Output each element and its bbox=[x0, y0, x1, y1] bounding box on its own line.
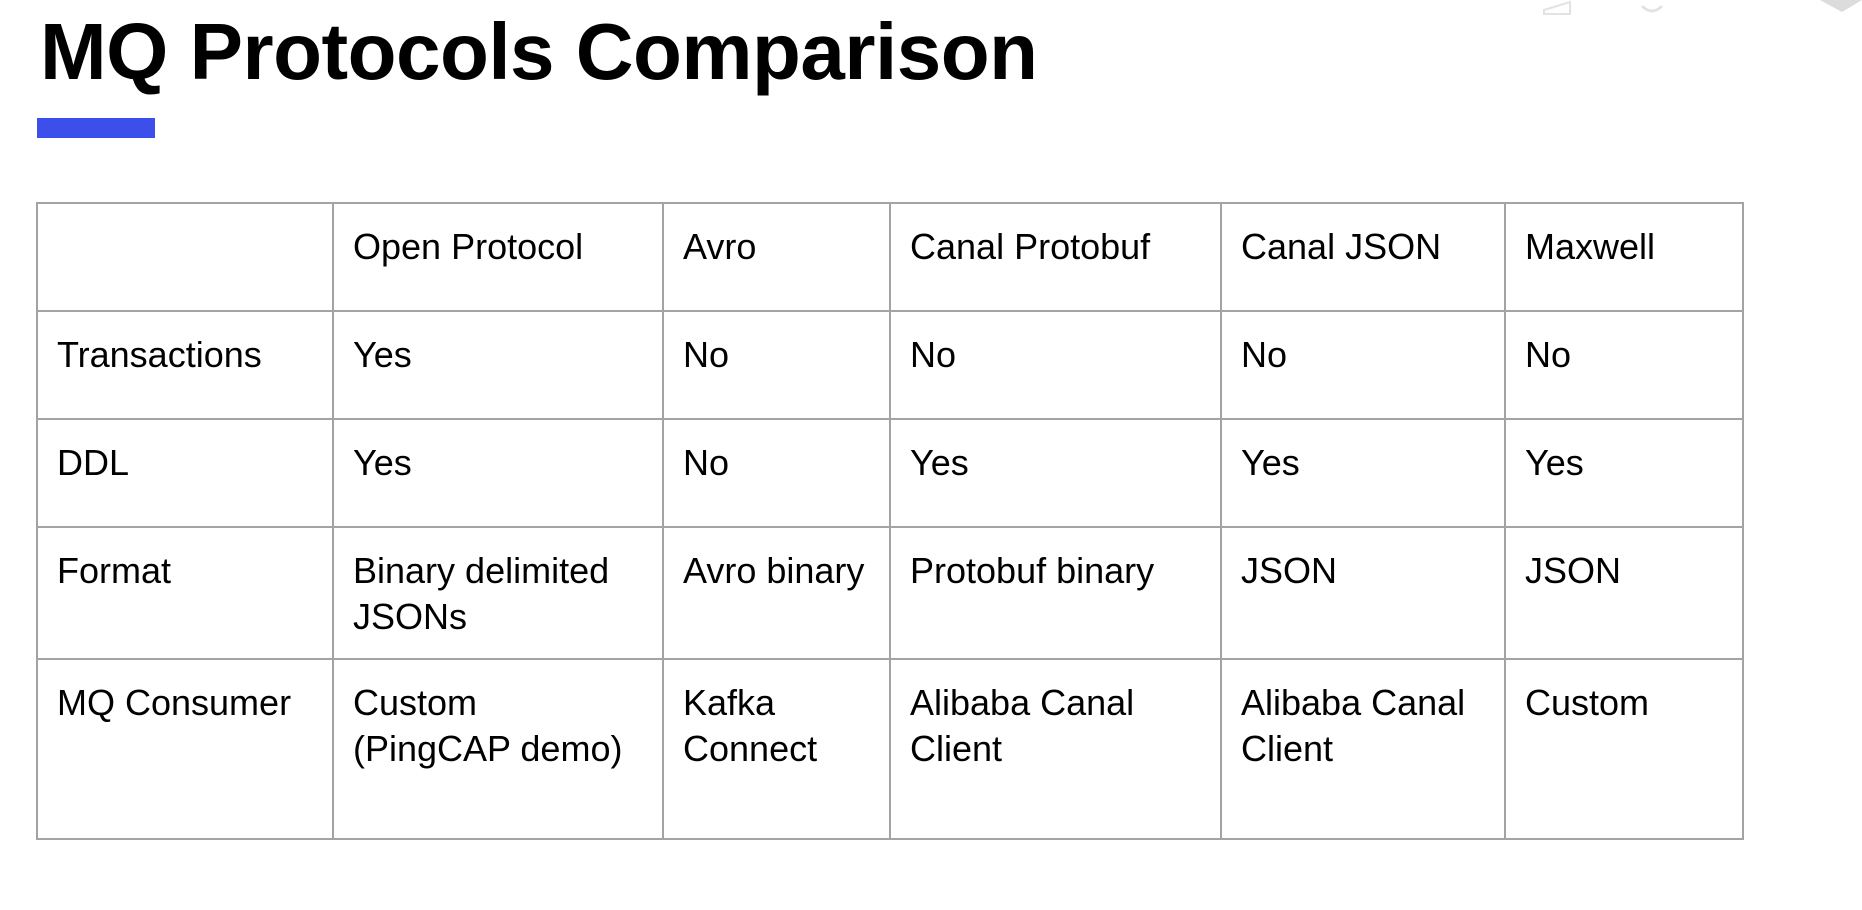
table-cell: Custom (PingCAP demo) bbox=[332, 658, 664, 840]
table-row-transactions: Transactions Yes No No No No bbox=[36, 310, 1744, 420]
header-cell-corner bbox=[36, 202, 334, 312]
table-cell: No bbox=[1504, 310, 1744, 420]
row-label-cell: MQ Consumer bbox=[36, 658, 334, 840]
table-cell: Binary delimited JSONs bbox=[332, 526, 664, 660]
protocol-comparison-table: Open Protocol Avro Canal Protobuf Canal … bbox=[36, 202, 1744, 840]
table-cell: No bbox=[889, 310, 1222, 420]
comparison-table-container: Open Protocol Avro Canal Protobuf Canal … bbox=[36, 202, 1744, 840]
table-cell: No bbox=[662, 310, 891, 420]
table-cell: Yes bbox=[332, 310, 664, 420]
slide-title: MQ Protocols Comparison bbox=[40, 7, 1038, 96]
header-cell-canal-protobuf: Canal Protobuf bbox=[889, 202, 1222, 312]
table-cell: Yes bbox=[889, 418, 1222, 528]
decorative-corner-shapes-icon bbox=[1543, 0, 1862, 15]
row-label-cell: DDL bbox=[36, 418, 334, 528]
table-cell: Yes bbox=[332, 418, 664, 528]
table-cell: Protobuf binary bbox=[889, 526, 1222, 660]
table-row-ddl: DDL Yes No Yes Yes Yes bbox=[36, 418, 1744, 528]
table-cell: No bbox=[1220, 310, 1506, 420]
header-cell-maxwell: Maxwell bbox=[1504, 202, 1744, 312]
header-row: Open Protocol Avro Canal Protobuf Canal … bbox=[36, 202, 1744, 312]
row-label-cell: Transactions bbox=[36, 310, 334, 420]
table-cell: Yes bbox=[1220, 418, 1506, 528]
table-cell: No bbox=[662, 418, 891, 528]
table-cell: Custom bbox=[1504, 658, 1744, 840]
table-row-format: Format Binary delimited JSONs Avro binar… bbox=[36, 526, 1744, 660]
table-cell: Alibaba Canal Client bbox=[1220, 658, 1506, 840]
title-accent-bar bbox=[37, 118, 155, 138]
table-cell: Yes bbox=[1504, 418, 1744, 528]
table-cell: JSON bbox=[1504, 526, 1744, 660]
header-cell-avro: Avro bbox=[662, 202, 891, 312]
table-cell: Alibaba Canal Client bbox=[889, 658, 1222, 840]
header-cell-open-protocol: Open Protocol bbox=[332, 202, 664, 312]
row-label-cell: Format bbox=[36, 526, 334, 660]
table-cell: JSON bbox=[1220, 526, 1506, 660]
table-cell: Kafka Connect bbox=[662, 658, 891, 840]
header-cell-canal-json: Canal JSON bbox=[1220, 202, 1506, 312]
table-row-mq-consumer: MQ Consumer Custom (PingCAP demo) Kafka … bbox=[36, 658, 1744, 840]
table-cell: Avro binary bbox=[662, 526, 891, 660]
